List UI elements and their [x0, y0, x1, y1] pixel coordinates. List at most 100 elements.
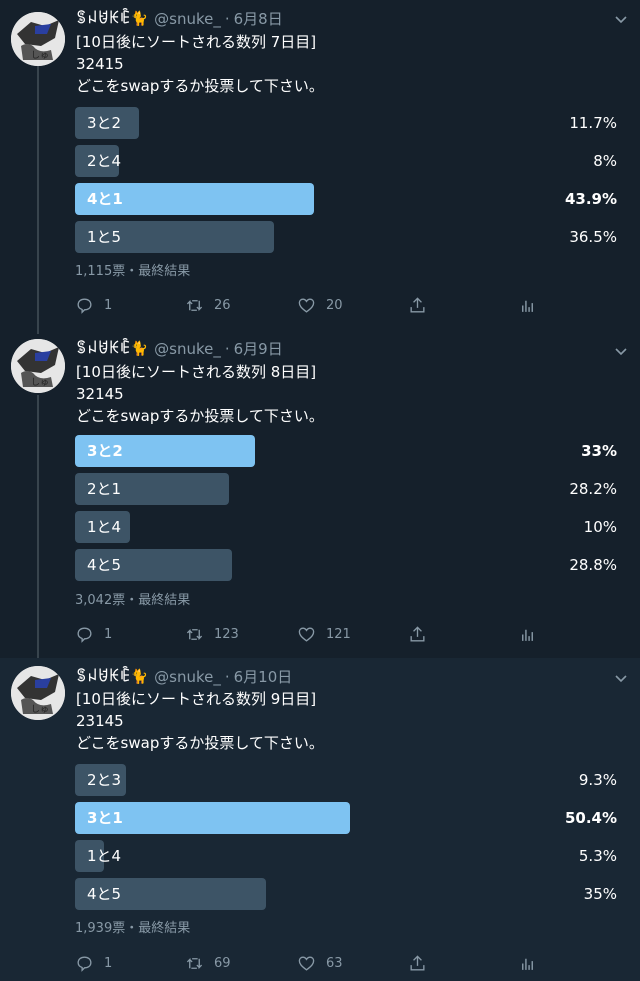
- reply-count: 1: [104, 955, 113, 971]
- poll-option[interactable]: 2と1 28.2%: [75, 473, 620, 505]
- tweet-text-line: どこをswapするか投票して下さい。: [76, 734, 324, 752]
- separator-dot: ·: [224, 340, 230, 358]
- poll-option-label: 2と3: [87, 771, 122, 789]
- tweet-text-line: どこをswapするか投票して下さい。: [76, 407, 324, 425]
- poll-meta: 3,042票・最終結果: [75, 593, 191, 608]
- retweet-icon: [186, 299, 203, 311]
- chevron-down-icon[interactable]: [614, 12, 628, 26]
- retweet-button[interactable]: 26: [185, 294, 231, 316]
- poll-option[interactable]: 1と5 36.5%: [75, 221, 620, 253]
- tweet-date[interactable]: 6月8日: [234, 8, 283, 30]
- tweet[interactable]: しゅ ꌚꈤꐇꀘꍟ🐈 @snuke_ · 6月9日 [10日後にソートされる数列 …: [0, 330, 640, 658]
- poll-option[interactable]: 3と2 11.7%: [75, 107, 620, 139]
- poll-meta: 1,939票・最終結果: [75, 921, 191, 936]
- poll-option[interactable]: 4と5 28.8%: [75, 549, 620, 581]
- analytics-button[interactable]: [518, 294, 537, 316]
- poll-option[interactable]: 3と1 50.4%: [75, 802, 620, 834]
- reply-count: 1: [104, 297, 113, 313]
- reply-count: 1: [104, 626, 113, 642]
- poll-option[interactable]: 4と1 43.9%: [75, 183, 620, 215]
- poll-option[interactable]: 1と4 5.3%: [75, 840, 620, 872]
- share-icon: [410, 296, 425, 313]
- tweet-header: ꌚꈤꐇꀘꍟ🐈 @snuke_ · 6月9日: [76, 338, 283, 360]
- like-count: 20: [326, 297, 343, 313]
- tweet-actions: 1 123 121: [75, 623, 620, 645]
- tweet[interactable]: しゅ ꌚꈤꐇꀘꍟ🐈 @snuke_ · 6月8日 [10日後にソートされる数列 …: [0, 0, 640, 330]
- poll-option-percent: 9.3%: [578, 771, 617, 789]
- handle[interactable]: @snuke_: [154, 338, 221, 360]
- poll-option-label: 2と4: [87, 152, 122, 170]
- tweet-header: ꌚꈤꐇꀘꍟ🐈 @snuke_ · 6月10日: [76, 666, 292, 688]
- poll-option-percent: 43.9%: [564, 190, 617, 208]
- share-icon: [410, 625, 425, 642]
- reply-icon: [77, 297, 92, 314]
- heart-icon: [298, 626, 315, 642]
- like-count: 63: [326, 955, 343, 971]
- reply-icon: [77, 955, 92, 972]
- handle[interactable]: @snuke_: [154, 8, 221, 30]
- poll-option-percent: 28.8%: [569, 556, 617, 574]
- poll-option-label: 3と2: [87, 114, 122, 132]
- display-name[interactable]: ꌚꈤꐇꀘꍟ🐈: [76, 338, 148, 360]
- poll-option[interactable]: 4と5 35%: [75, 878, 620, 910]
- separator-dot: ·: [224, 668, 230, 686]
- retweet-button[interactable]: 123: [185, 623, 239, 645]
- share-button[interactable]: [408, 294, 427, 316]
- retweet-icon: [186, 628, 203, 640]
- poll-option-percent: 8%: [593, 152, 617, 170]
- share-button[interactable]: [408, 623, 427, 645]
- analytics-icon: [522, 300, 533, 312]
- svg-text:しゅ: しゅ: [31, 704, 49, 715]
- like-button[interactable]: 20: [297, 294, 343, 316]
- handle[interactable]: @snuke_: [154, 666, 221, 688]
- poll-option-percent: 35%: [583, 885, 617, 903]
- analytics-icon: [522, 958, 533, 970]
- poll-option[interactable]: 2と3 9.3%: [75, 764, 620, 796]
- poll-option[interactable]: 1と4 10%: [75, 511, 620, 543]
- share-icon: [410, 954, 425, 971]
- display-name[interactable]: ꌚꈤꐇꀘꍟ🐈: [76, 666, 148, 688]
- tweet[interactable]: しゅ ꌚꈤꐇꀘꍟ🐈 @snuke_ · 6月10日 [10日後にソートされる数列…: [0, 658, 640, 981]
- poll-option-label: 1と5: [87, 228, 122, 246]
- avatar[interactable]: しゅ: [11, 339, 65, 393]
- poll-option-label: 3と2: [87, 442, 123, 460]
- tweet-text-line: [10日後にソートされる数列 7日目]: [76, 33, 317, 51]
- retweet-icon: [186, 957, 203, 969]
- analytics-button[interactable]: [518, 952, 537, 974]
- reply-button[interactable]: 1: [75, 623, 112, 645]
- poll-option-label: 1と4: [87, 847, 122, 865]
- tweet-actions: 1 69 63: [75, 952, 620, 974]
- reply-button[interactable]: 1: [75, 294, 112, 316]
- analytics-button[interactable]: [518, 623, 537, 645]
- poll-option-percent: 36.5%: [569, 228, 617, 246]
- poll-option[interactable]: 3と2 33%: [75, 435, 620, 467]
- tweet-text-line: 32145: [76, 385, 124, 403]
- poll-option-percent: 28.2%: [569, 480, 617, 498]
- like-button[interactable]: 121: [297, 623, 351, 645]
- tweet-text-line: どこをswapするか投票して下さい。: [76, 77, 324, 95]
- avatar[interactable]: しゅ: [11, 12, 65, 66]
- poll-option-label: 2と1: [87, 480, 122, 498]
- retweet-button[interactable]: 69: [185, 952, 231, 974]
- display-name[interactable]: ꌚꈤꐇꀘꍟ🐈: [76, 8, 148, 30]
- poll-option-percent: 33%: [581, 442, 617, 460]
- analytics-icon: [522, 629, 533, 641]
- tweet-date[interactable]: 6月9日: [234, 338, 283, 360]
- reply-button[interactable]: 1: [75, 952, 112, 974]
- tweet-date[interactable]: 6月10日: [234, 666, 293, 688]
- poll-meta: 1,115票・最終結果: [75, 264, 191, 279]
- poll-option-percent: 10%: [583, 518, 617, 536]
- tweet-text-line: 32415: [76, 55, 124, 73]
- poll-option-percent: 11.7%: [569, 114, 617, 132]
- svg-text:しゅ: しゅ: [31, 50, 49, 61]
- avatar[interactable]: しゅ: [11, 666, 65, 720]
- poll-option-percent: 50.4%: [564, 809, 617, 827]
- poll-option-label: 3と1: [87, 809, 123, 827]
- chevron-down-icon[interactable]: [614, 671, 628, 685]
- like-button[interactable]: 63: [297, 952, 343, 974]
- retweet-count: 26: [214, 297, 231, 313]
- tweet-text-line: [10日後にソートされる数列 8日目]: [76, 363, 317, 381]
- poll-option[interactable]: 2と4 8%: [75, 145, 620, 177]
- chevron-down-icon[interactable]: [614, 344, 628, 358]
- share-button[interactable]: [408, 952, 427, 974]
